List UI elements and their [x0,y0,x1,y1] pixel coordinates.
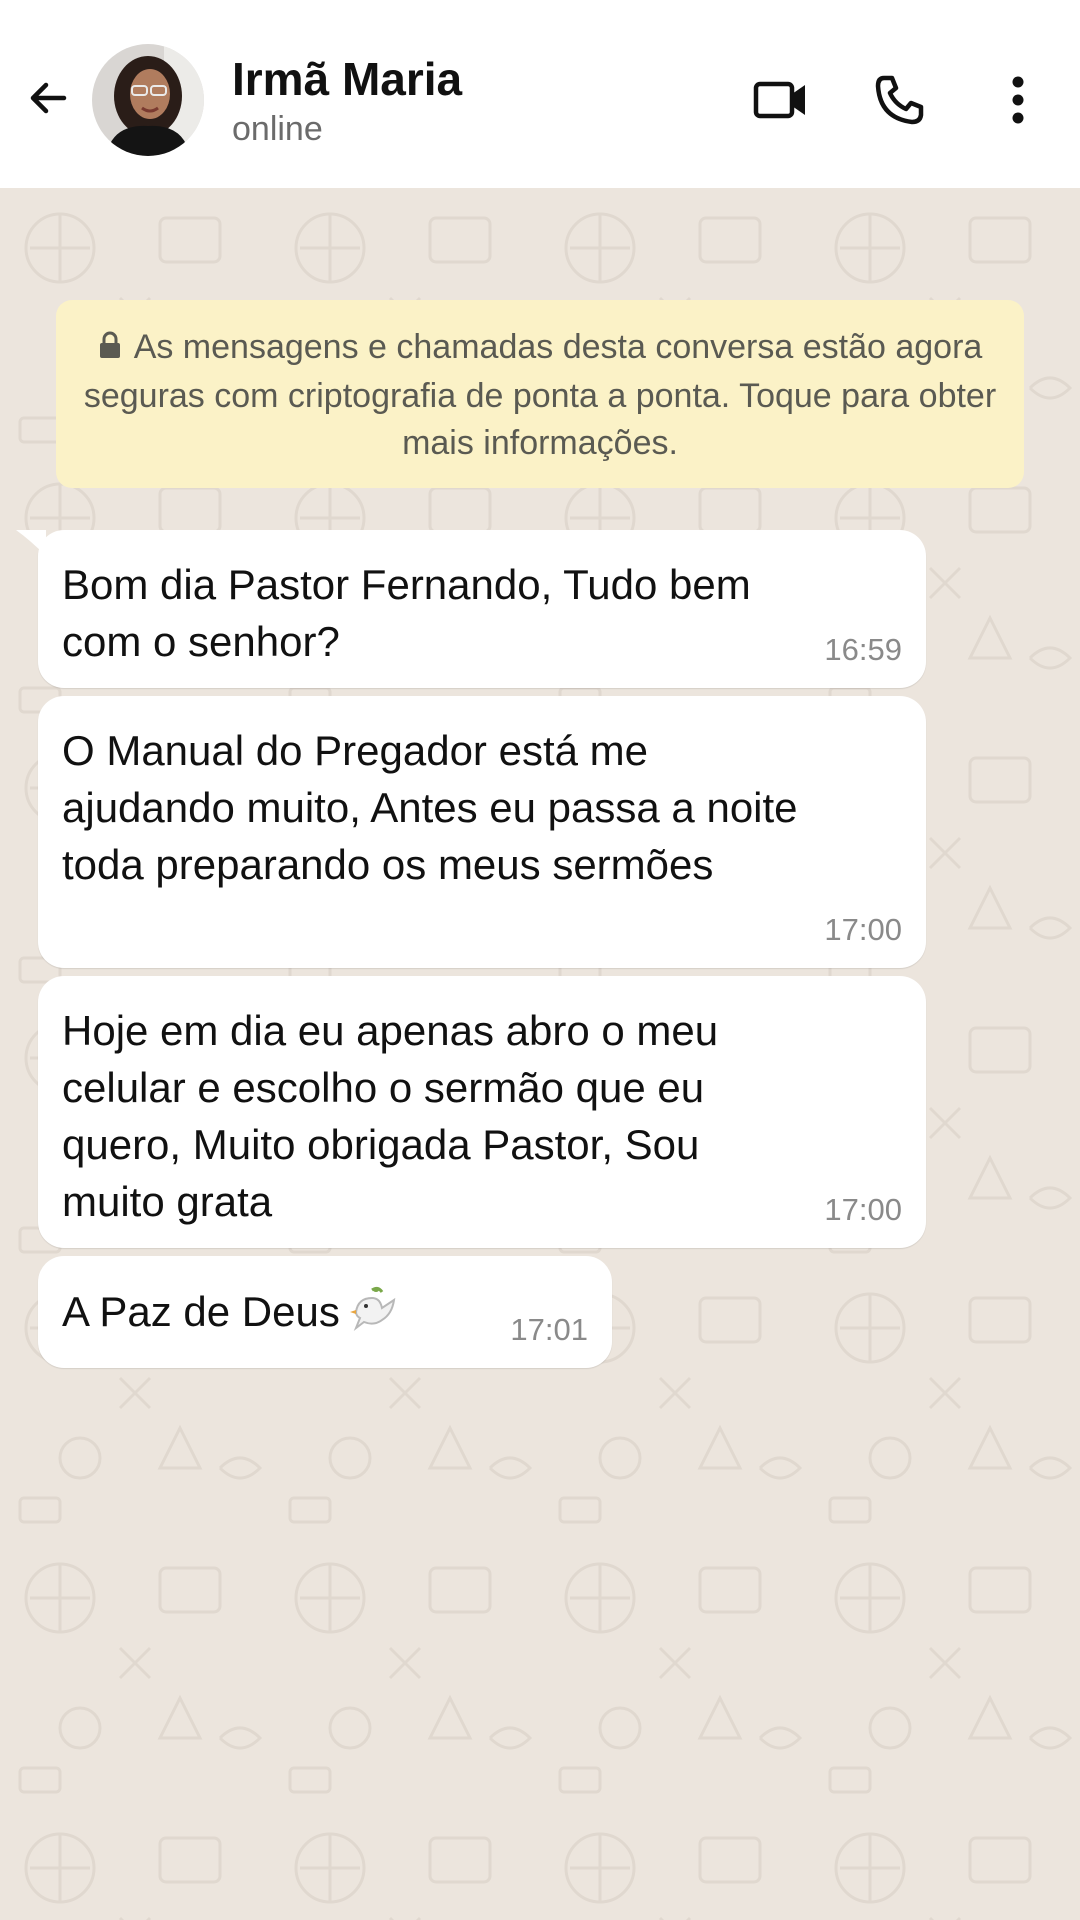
lock-icon [98,326,122,373]
contact-status: online [232,110,323,148]
message-text: A Paz de Deus [62,1288,340,1335]
chat-header: Irmã Maria online [0,0,1080,188]
message-text-row: A Paz de Deus [62,1282,588,1348]
message-text: Bom dia Pastor Fernando, Tudo bem com o … [62,561,751,665]
message-time: 17:00 [824,912,902,947]
message-bubble[interactable]: O Manual do Pregador está me ajudando mu… [38,696,926,968]
avatar[interactable] [92,44,204,156]
more-options-button[interactable] [986,68,1050,132]
more-vertical-icon [1012,76,1024,124]
encryption-notice[interactable]: As mensagens e chamadas desta conversa e… [56,300,1024,488]
message-text: Hoje em dia eu apenas abro o meu celular… [62,1007,719,1225]
contact-name[interactable]: Irmã Maria [232,52,462,106]
message-bubble[interactable]: A Paz de Deus 17:01 [38,1256,612,1368]
video-call-button[interactable] [748,68,812,132]
encryption-notice-text: As mensagens e chamadas desta conversa e… [83,328,997,462]
back-button[interactable] [20,70,76,126]
message-text: O Manual do Pregador está me ajudando mu… [62,727,798,888]
voice-call-button[interactable] [868,68,932,132]
message-time: 17:01 [510,1312,588,1347]
chat-area[interactable]: As mensagens e chamadas desta conversa e… [0,188,1080,1920]
message-bubble[interactable]: Bom dia Pastor Fernando, Tudo bem com o … [16,530,926,688]
video-camera-icon [753,81,805,119]
dove-icon [348,1282,400,1348]
message-time: 17:00 [824,1192,902,1227]
phone-icon [875,75,924,125]
bubble-tail [16,530,46,556]
message-time: 16:59 [824,632,902,667]
avatar-photo [92,44,204,156]
message-bubble[interactable]: Hoje em dia eu apenas abro o meu celular… [38,976,926,1248]
arrow-left-icon [30,82,67,114]
